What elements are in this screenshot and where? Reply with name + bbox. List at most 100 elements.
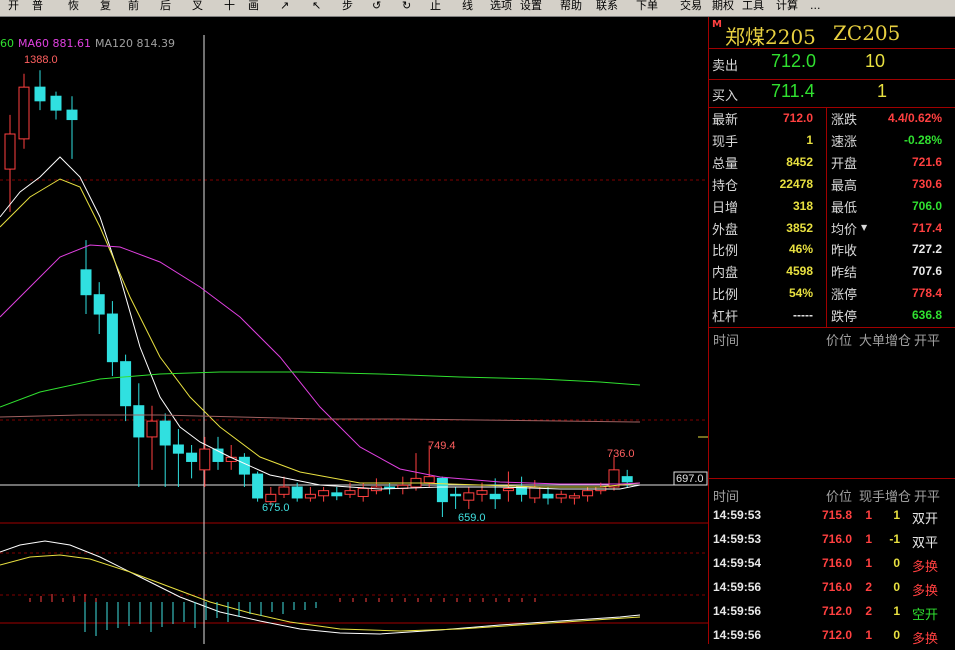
candle-body — [80, 269, 92, 296]
candle-body — [542, 493, 554, 499]
quote-label: 内盘 — [712, 266, 739, 282]
candle-body — [476, 490, 488, 495]
tick-time: 14:59:54 — [713, 556, 762, 570]
column-header[interactable]: 增仓 — [885, 330, 911, 349]
tick-time: 14:59:53 — [713, 532, 762, 546]
quote-label: 跌停 — [831, 310, 858, 326]
candle-body — [278, 486, 290, 495]
candle-body — [120, 361, 132, 407]
candle-body — [331, 492, 343, 497]
toolbar-button[interactable]: 恢 — [68, 0, 79, 14]
column-header[interactable]: 时间 — [713, 486, 739, 505]
candle-body — [357, 487, 369, 498]
toolbar-button[interactable]: 开 — [8, 0, 19, 14]
quote-value: 636.8 — [911, 308, 942, 323]
toolbar-button[interactable]: 叉 — [192, 0, 203, 14]
candle-body — [66, 109, 78, 121]
toolbar-button[interactable]: 帮助 — [560, 0, 582, 14]
tick-volume: 1 — [865, 556, 872, 570]
toolbar-button[interactable]: 计算 — [776, 0, 798, 14]
chevron-down-icon[interactable]: ▼ — [861, 223, 867, 232]
quote-value: 717.4 — [911, 220, 942, 235]
candle-body — [463, 492, 475, 501]
tick-row: 14:59:56 712.0 2 1 空开 — [709, 602, 955, 626]
panel-marker: M — [712, 19, 722, 30]
toolbar-button[interactable]: ↗ — [280, 0, 289, 14]
tick-row: 14:59:54 716.0 1 0 多换 — [709, 554, 955, 578]
candle-body — [436, 477, 448, 503]
candle-body — [502, 487, 514, 492]
tick-price: 712.0 — [821, 604, 852, 618]
toolbar-button[interactable]: 期权 — [712, 0, 734, 14]
ma20-line — [0, 244, 641, 485]
tick-row: 14:59:53 716.0 1 -1 双平 — [709, 530, 955, 554]
legend-item: MA60 881.61 — [18, 37, 91, 50]
column-header[interactable]: 现手 — [859, 486, 885, 505]
toolbar-button[interactable]: 交易 — [680, 0, 702, 14]
quote-label: 速涨 — [831, 134, 858, 150]
column-header[interactable]: 时间 — [713, 330, 739, 349]
quote-value: 8452 — [786, 154, 813, 169]
toolbar-button[interactable]: 下单 — [636, 0, 658, 14]
toolbar-button[interactable]: 复 — [100, 0, 111, 14]
quote-value: 46% — [788, 242, 813, 257]
column-header[interactable]: 价位 — [826, 330, 852, 349]
toolbar-button[interactable]: 设置 — [520, 0, 542, 14]
quote-label: 比例 — [712, 288, 739, 304]
price-annotation: 1388.0 — [24, 54, 58, 66]
quote-value: 721.6 — [911, 154, 942, 169]
column-header[interactable]: 大单 — [859, 330, 885, 349]
candle-body — [568, 495, 580, 499]
candle-body — [18, 86, 30, 140]
column-header[interactable]: 开平 — [914, 330, 940, 349]
column-header[interactable]: 价位 — [826, 486, 852, 505]
toolbar-button[interactable]: 选项 — [490, 0, 512, 14]
sell-price[interactable]: 712.0 — [771, 51, 816, 72]
buy-label: 买入 — [712, 89, 739, 104]
quote-value: 730.6 — [911, 176, 942, 191]
candle-body — [423, 476, 435, 484]
toolbar-button[interactable]: 普 — [32, 0, 43, 14]
tick-time: 14:59:53 — [713, 508, 762, 522]
quote-label: 持仓 — [712, 178, 739, 194]
buy-price[interactable]: 711.4 — [771, 81, 815, 102]
quote-value: 706.0 — [911, 198, 942, 213]
toolbar-button[interactable]: 工具 — [742, 0, 764, 14]
toolbar-button[interactable]: ↻ — [402, 0, 411, 14]
toolbar-button[interactable]: 后 — [160, 0, 171, 14]
column-header[interactable]: 增仓 — [885, 486, 911, 505]
candle-body — [291, 486, 303, 499]
kline-chart[interactable]: 1388.0 749.4 736.0 675.0 659.0 697.0 — [0, 17, 708, 644]
toolbar-button[interactable]: 十 — [224, 0, 235, 14]
toolbar-button[interactable]: ↖ — [312, 0, 321, 14]
tick-row: 14:59:56 716.0 2 0 多换 — [709, 578, 955, 602]
candle-body — [582, 490, 594, 497]
toolbar-button[interactable]: 联系 — [596, 0, 618, 14]
candle-body — [621, 476, 633, 483]
tick-volume: 1 — [865, 508, 872, 522]
tick-type: 多换 — [911, 584, 938, 599]
candle-body — [159, 420, 171, 446]
toolbar-button[interactable]: ... — [810, 0, 821, 14]
quote-value: 54% — [788, 286, 813, 301]
candle-body — [252, 473, 264, 499]
toolbar-button[interactable]: 画 — [248, 0, 259, 14]
quote-label: 比例 — [712, 244, 739, 260]
toolbar-button[interactable]: 线 — [462, 0, 473, 14]
candle-body — [489, 493, 501, 500]
toolbar-button[interactable]: 步 — [342, 0, 353, 14]
toolbar-button[interactable]: ↺ — [372, 0, 381, 14]
quote-label: 最高 — [831, 178, 858, 194]
tick-time: 14:59:56 — [713, 580, 762, 594]
quote-label: 涨跌 — [831, 113, 858, 128]
quote-value: 3852 — [786, 220, 813, 235]
toolbar-button[interactable]: 前 — [128, 0, 139, 14]
toolbar-button[interactable]: 止 — [430, 0, 441, 14]
tick-volume: 1 — [865, 532, 872, 546]
tick-price: 716.0 — [821, 580, 852, 594]
quote-label: 昨结 — [831, 266, 858, 282]
column-header[interactable]: 开平 — [914, 486, 940, 505]
tick-row: 14:59:56 712.0 1 0 多换 — [709, 626, 955, 650]
tick-oi-change: 0 — [893, 628, 900, 642]
tick-price: 712.0 — [821, 628, 852, 642]
